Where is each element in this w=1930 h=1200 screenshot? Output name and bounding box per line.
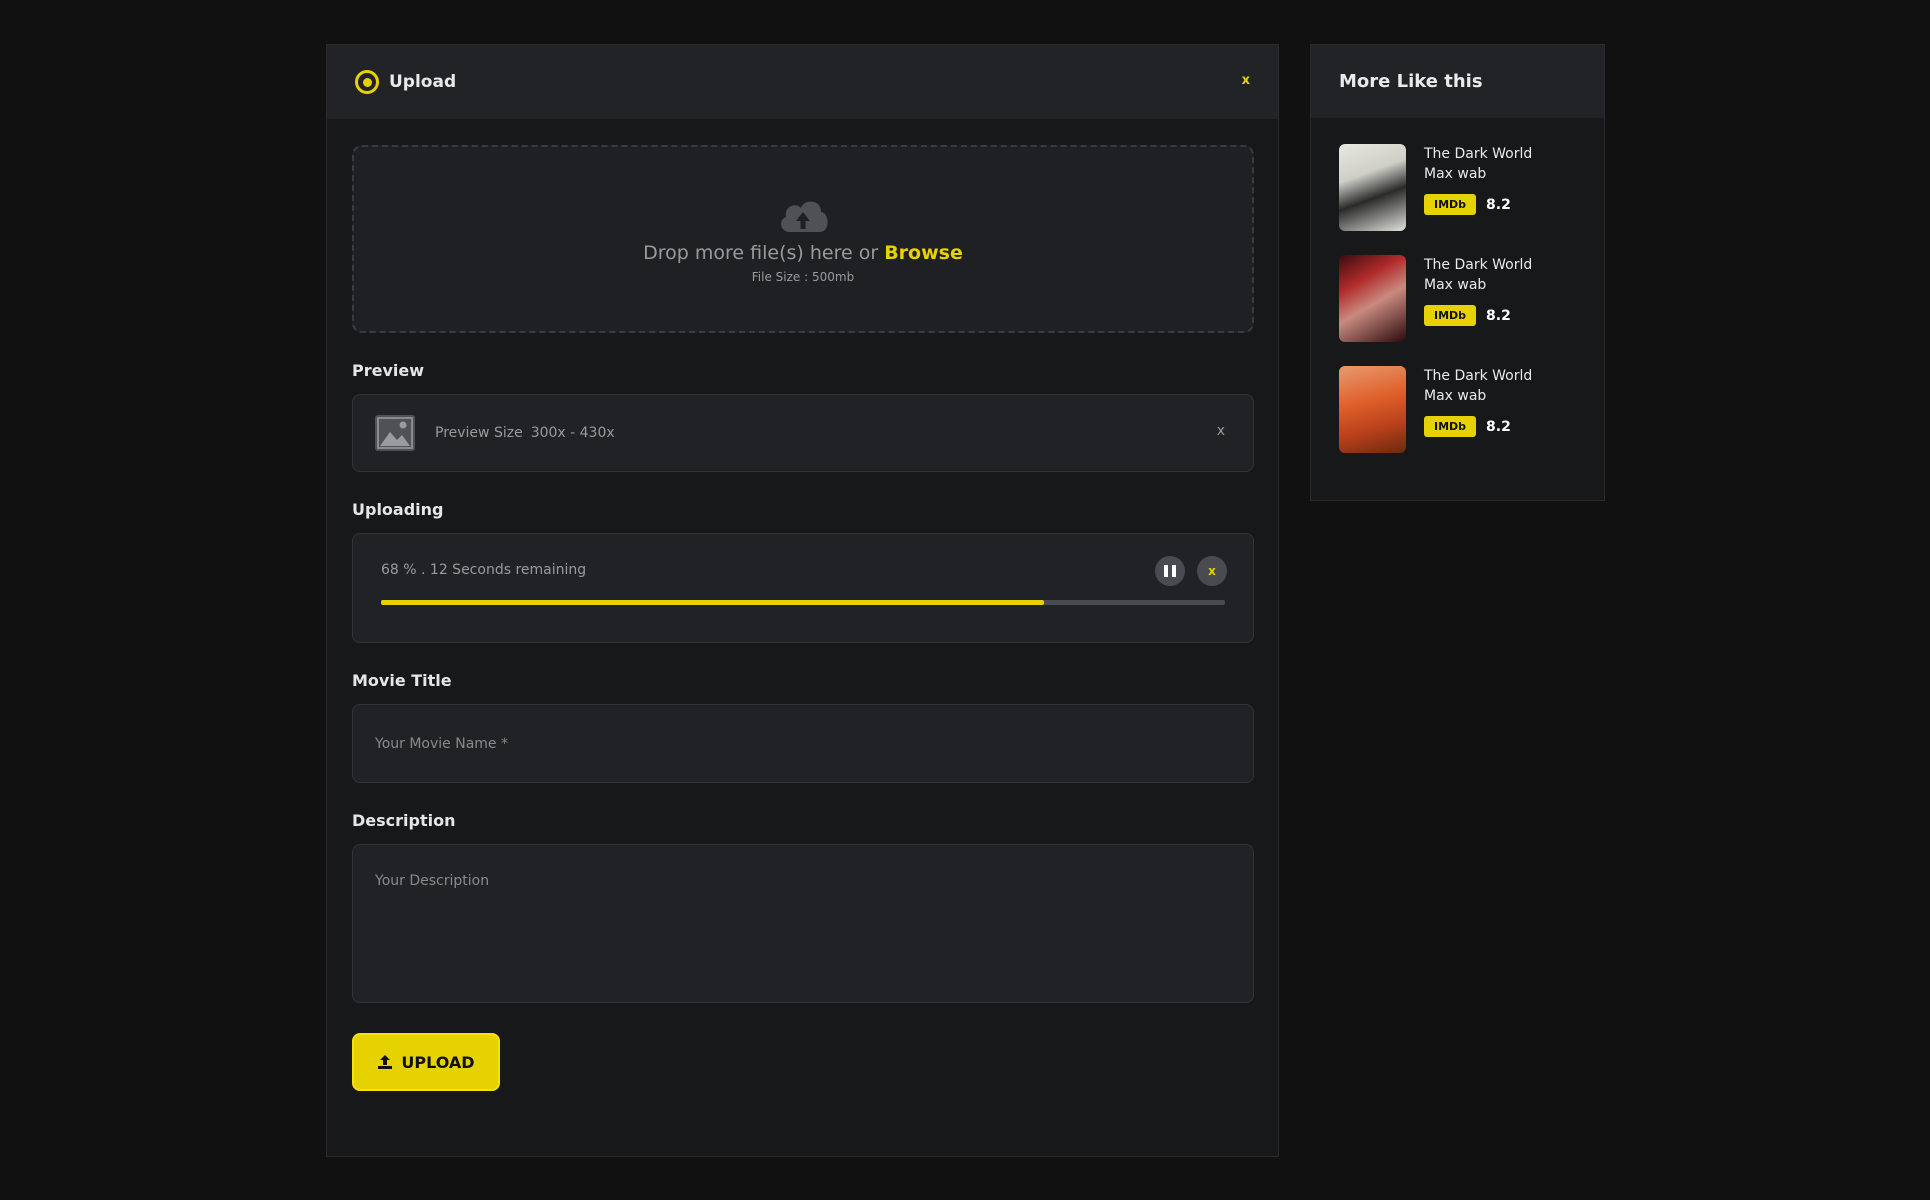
preview-size-value: 300x - 430x: [530, 425, 615, 441]
drop-text: Drop more file(s) here or Browse: [643, 242, 963, 264]
movie-rating: IMDb 8.2: [1424, 416, 1542, 437]
upload-progress-box: 68 % . 12 Seconds remaining x: [352, 533, 1254, 643]
upload-status-text: 68 % . 12 Seconds remaining: [381, 562, 587, 578]
movie-card[interactable]: The Dark World Max wab IMDb 8.2: [1339, 255, 1576, 342]
imdb-badge: IMDb: [1424, 194, 1477, 215]
preview-remove-button[interactable]: x: [1217, 423, 1225, 439]
browse-link[interactable]: Browse: [884, 242, 963, 264]
upload-panel: Upload x Drop more file(s) here or Brows…: [326, 44, 1279, 1157]
file-dropzone[interactable]: Drop more file(s) here or Browse File Si…: [352, 145, 1254, 333]
uploading-label: Uploading: [352, 500, 444, 519]
movie-title-label: Movie Title: [352, 671, 452, 690]
drop-instruction: Drop more file(s) here or: [643, 242, 885, 264]
description-label: Description: [352, 811, 456, 830]
imdb-badge: IMDb: [1424, 416, 1477, 437]
movie-rating: IMDb 8.2: [1424, 305, 1542, 326]
image-icon: [375, 415, 415, 451]
imdb-score: 8.2: [1486, 307, 1511, 324]
more-like-this-panel: More Like this The Dark World Max wab IM…: [1310, 44, 1605, 501]
imdb-badge: IMDb: [1424, 305, 1477, 326]
description-input[interactable]: [352, 844, 1254, 1003]
movie-title: The Dark World Max wab: [1424, 146, 1533, 182]
cancel-upload-button[interactable]: x: [1197, 556, 1227, 586]
preview-box: Preview Size 300x - 430x x: [352, 394, 1254, 472]
progress-track: [381, 600, 1225, 605]
cloud-upload-icon: [781, 201, 828, 232]
imdb-score: 8.2: [1486, 196, 1511, 213]
movie-thumbnail: [1339, 255, 1406, 342]
movie-card[interactable]: The Dark World Max wab IMDb 8.2: [1339, 144, 1576, 231]
movie-rating: IMDb 8.2: [1424, 194, 1542, 215]
imdb-score: 8.2: [1486, 418, 1511, 435]
movie-card[interactable]: The Dark World Max wab IMDb 8.2: [1339, 366, 1576, 453]
pause-icon: [1164, 565, 1176, 577]
preview-size-text: Preview Size 300x - 430x: [435, 425, 615, 441]
upload-arrow-icon: [378, 1055, 393, 1069]
sidebar-title: More Like this: [1311, 45, 1604, 118]
movie-title: The Dark World Max wab: [1424, 368, 1533, 404]
upload-button[interactable]: UPLOAD: [352, 1033, 500, 1091]
progress-fill: [381, 600, 1044, 605]
target-icon: [355, 70, 379, 94]
movie-thumbnail: [1339, 366, 1406, 453]
movie-thumbnail: [1339, 144, 1406, 231]
file-size-limit: File Size : 500mb: [751, 270, 855, 284]
close-button[interactable]: x: [1242, 73, 1250, 88]
movie-title-input[interactable]: [352, 704, 1254, 783]
pause-button[interactable]: [1155, 556, 1185, 586]
upload-button-label: UPLOAD: [401, 1052, 475, 1072]
preview-size-label: Preview Size: [435, 425, 523, 441]
preview-label: Preview: [352, 361, 425, 380]
panel-header: Upload x: [327, 45, 1278, 119]
panel-title: Upload: [389, 72, 457, 92]
movie-title: The Dark World Max wab: [1424, 257, 1533, 293]
